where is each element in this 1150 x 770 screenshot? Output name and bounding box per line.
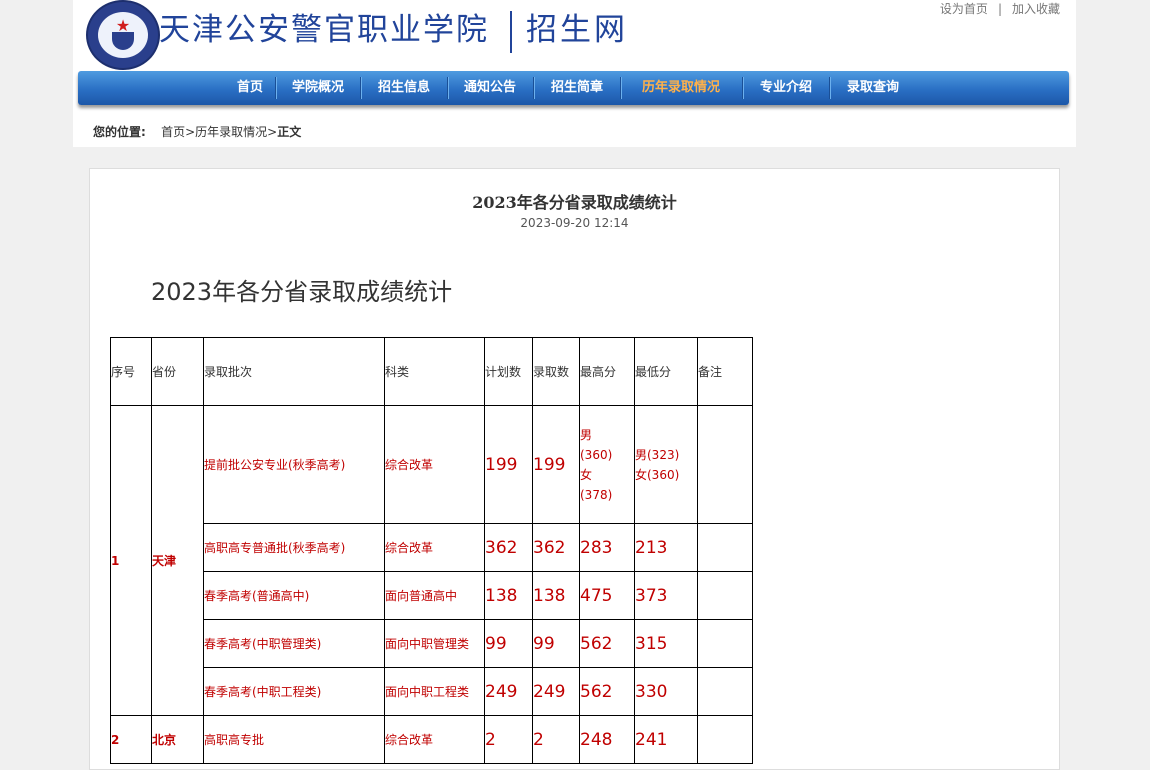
row-type: 综合改革 xyxy=(384,405,485,524)
row-note xyxy=(697,715,753,764)
table-row: 春季高考(中职管理类) 面向中职管理类 99 99 562 315 xyxy=(111,619,753,668)
row-type: 综合改革 xyxy=(384,523,485,572)
row-batch: 春季高考(中职管理类) xyxy=(203,619,385,668)
row-type: 综合改革 xyxy=(384,715,485,764)
row-plan: 362 xyxy=(484,523,533,572)
set-homepage-link[interactable]: 设为首页 xyxy=(940,2,988,16)
header-cell: 录取批次 xyxy=(203,337,385,406)
nav-item-majors[interactable]: 专业介绍 xyxy=(760,71,812,105)
table-row: 1 天津 提前批公安专业(秋季高考) 综合改革 199 199 男 (360) … xyxy=(110,405,753,716)
max-male-value: (360) xyxy=(580,447,613,462)
badge-icon: ★ xyxy=(98,12,148,58)
table-row: 高职高专普通批(秋季高考) 综合改革 362 362 283 213 xyxy=(111,523,753,572)
row-max: 562 xyxy=(579,619,635,668)
row-max: 248 xyxy=(579,715,635,764)
header-cell: 计划数 xyxy=(484,337,533,406)
table-row: 春季高考(中职工程类) 面向中职工程类 249 249 562 330 xyxy=(111,667,753,716)
row-batch: 春季高考(中职工程类) xyxy=(203,667,385,716)
link-divider: | xyxy=(997,2,1002,16)
row-batch: 提前批公安专业(秋季高考) xyxy=(203,405,385,524)
top-links: 设为首页 | 加入收藏 xyxy=(940,0,1060,17)
table-header-row: 序号 省份 录取批次 科类 计划数 录取数 最高分 最低分 备注 xyxy=(110,337,753,406)
article-panel: 2023年各分省录取成绩统计 2023-09-20 12:14 2023年各分省… xyxy=(89,168,1060,770)
row-plan: 199 xyxy=(484,405,533,524)
header-cell: 科类 xyxy=(384,337,485,406)
breadcrumb: 您的位置: 首页>历年录取情况>正文 xyxy=(93,123,301,140)
site-title: 天津公安警官职业学院 xyxy=(159,12,489,48)
header-cell: 备注 xyxy=(697,337,753,406)
score-table: 序号 省份 录取批次 科类 计划数 录取数 最高分 最低分 备注 1 天津 提前… xyxy=(110,337,753,764)
row-note xyxy=(697,667,753,716)
header-cell: 省份 xyxy=(151,337,204,406)
article-title: 2023年各分省录取成绩统计 xyxy=(472,193,677,212)
row-batch: 春季高考(普通高中) xyxy=(203,571,385,620)
article-date: 2023-09-20 12:14 xyxy=(520,216,629,230)
row-min: 373 xyxy=(634,571,698,620)
row-plan: 138 xyxy=(484,571,533,620)
nav-item-admission-guide[interactable]: 招生简章 xyxy=(551,71,603,105)
row-note xyxy=(697,523,753,572)
nav-item-admission-info[interactable]: 招生信息 xyxy=(378,71,430,105)
row-min: 男(323) 女(360) xyxy=(634,405,698,524)
row-batch: 高职高专普通批(秋季高考) xyxy=(203,523,385,572)
row-admit: 99 xyxy=(532,619,580,668)
add-favorite-link[interactable]: 加入收藏 xyxy=(1012,2,1060,16)
max-male-label: 男 xyxy=(580,427,593,442)
max-female-value: (378) xyxy=(580,487,613,502)
row-province: 北京 xyxy=(151,715,204,764)
row-plan: 2 xyxy=(484,715,533,764)
row-admit: 249 xyxy=(532,667,580,716)
row-max: 男 (360) 女 (378) xyxy=(579,405,635,524)
table-row: 春季高考(普通高中) 面向普通高中 138 138 475 373 xyxy=(111,571,753,620)
header-cell: 最低分 xyxy=(634,337,698,406)
row-min: 315 xyxy=(634,619,698,668)
row-number: 2 xyxy=(110,715,152,764)
row-min: 241 xyxy=(634,715,698,764)
header-cell: 序号 xyxy=(110,337,152,406)
nav-item-home[interactable]: 首页 xyxy=(237,71,263,105)
row-max: 475 xyxy=(579,571,635,620)
header-cell: 录取数 xyxy=(532,337,580,406)
nav-item-college-overview[interactable]: 学院概况 xyxy=(292,71,344,105)
title-divider xyxy=(510,11,512,53)
row-type: 面向中职管理类 xyxy=(384,619,485,668)
article-heading: 2023年各分省录取成绩统计 xyxy=(151,278,453,306)
header: ★ 天津公安警官职业学院 招生网 设为首页 | 加入收藏 首页 学院概况 招生信息 … xyxy=(73,0,1076,147)
site-subtitle: 招生网 xyxy=(526,12,628,48)
row-note xyxy=(697,619,753,668)
row-min: 330 xyxy=(634,667,698,716)
row-min: 213 xyxy=(634,523,698,572)
breadcrumb-past-admissions[interactable]: 历年录取情况 xyxy=(195,125,267,139)
nav-item-result-query[interactable]: 录取查询 xyxy=(847,71,899,105)
main-nav: 首页 学院概况 招生信息 通知公告 招生简章 历年录取情况 专业介绍 录取查询 xyxy=(78,71,1069,105)
row-admit: 362 xyxy=(532,523,580,572)
row-admit: 199 xyxy=(532,405,580,524)
table-row: 2 北京 高职高专批 综合改革 2 2 248 241 xyxy=(110,715,753,764)
row-type: 面向中职工程类 xyxy=(384,667,485,716)
breadcrumb-home[interactable]: 首页 xyxy=(161,125,185,139)
row-province: 天津 xyxy=(151,405,204,716)
breadcrumb-current: 正文 xyxy=(277,125,302,139)
nav-item-notices[interactable]: 通知公告 xyxy=(464,71,516,105)
row-number: 1 xyxy=(110,405,152,716)
min-male: 男(323) xyxy=(635,447,680,462)
row-type: 面向普通高中 xyxy=(384,571,485,620)
breadcrumb-sep: > xyxy=(267,125,278,139)
row-max: 562 xyxy=(579,667,635,716)
breadcrumb-label: 您的位置: xyxy=(93,125,146,139)
row-note xyxy=(697,571,753,620)
row-max: 283 xyxy=(579,523,635,572)
min-female: 女(360) xyxy=(635,467,680,482)
breadcrumb-sep: > xyxy=(185,125,196,139)
row-batch: 高职高专批 xyxy=(203,715,385,764)
row-admit: 2 xyxy=(532,715,580,764)
row-admit: 138 xyxy=(532,571,580,620)
row-plan: 249 xyxy=(484,667,533,716)
header-cell: 最高分 xyxy=(579,337,635,406)
row-note xyxy=(697,405,753,524)
nav-item-past-admissions[interactable]: 历年录取情况 xyxy=(642,71,720,105)
college-logo[interactable]: ★ xyxy=(86,0,160,70)
row-plan: 99 xyxy=(484,619,533,668)
max-female-label: 女 xyxy=(580,467,593,482)
